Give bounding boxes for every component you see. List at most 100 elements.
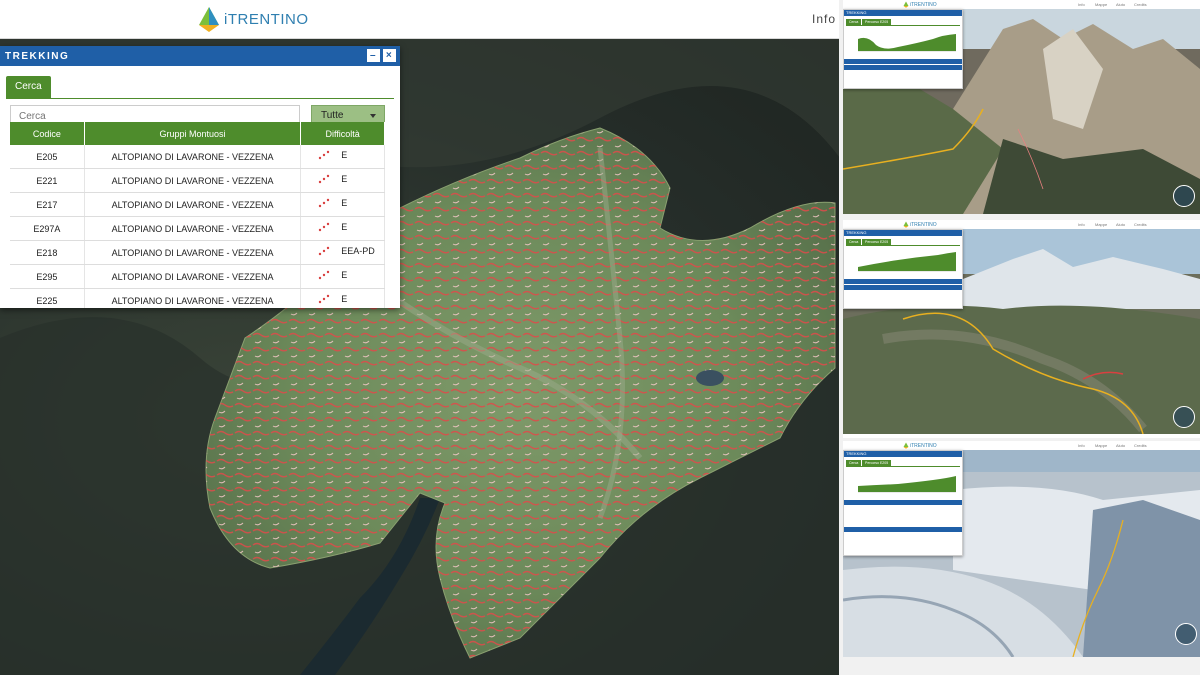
logo-triangle-icon	[903, 442, 909, 449]
mini-logo: iTRENTINO	[903, 442, 937, 449]
preview-shot-1[interactable]: iTRENTINO Info Mappe Aiuto Credits TREKK…	[843, 0, 1200, 214]
table-row[interactable]: E295 ALTOPIANO DI LAVARONE - VEZZENA E	[10, 264, 385, 289]
mini-nav-mappe: Mappe	[1095, 222, 1108, 227]
cell-group: ALTOPIANO DI LAVARONE - VEZZENA	[84, 288, 302, 308]
close-button[interactable]: ×	[383, 49, 396, 62]
compass-icon[interactable]	[1173, 406, 1195, 428]
mini-tab-cerca: Cerca	[846, 239, 862, 245]
mini-logo: iTRENTINO	[903, 221, 937, 228]
difficulty-label: EEA-PD	[341, 246, 375, 256]
mini-section-bar	[844, 527, 962, 532]
mini-logo-text: iTRENTINO	[910, 442, 937, 449]
difficulty-label: E	[341, 198, 348, 208]
table-row[interactable]: E297A ALTOPIANO DI LAVARONE - VEZZENA E	[10, 216, 385, 241]
minimize-button[interactable]: –	[367, 49, 380, 62]
cell-code: E217	[10, 192, 85, 217]
table-row[interactable]: E217 ALTOPIANO DI LAVARONE - VEZZENA E	[10, 192, 385, 217]
cell-group: ALTOPIANO DI LAVARONE - VEZZENA	[84, 145, 302, 169]
compass-icon[interactable]	[1175, 623, 1197, 645]
mini-nav-credits: Credits	[1134, 222, 1147, 227]
mini-nav-aiuto: Aiuto	[1116, 443, 1126, 448]
mini-section-bar	[844, 500, 962, 505]
nav-info-link[interactable]: Info	[812, 12, 836, 26]
mini-panel-title: TREKKING	[844, 451, 962, 457]
cell-group: ALTOPIANO DI LAVARONE - VEZZENA	[84, 264, 302, 289]
mini-tab-percorso: Percorso E205	[862, 460, 892, 466]
tab-cerca[interactable]: Cerca	[6, 76, 51, 98]
mini-nav-credits: Credits	[1134, 2, 1147, 7]
mini-tabs: Cerca Percorso E205	[846, 238, 960, 246]
cell-code: E295	[10, 264, 85, 289]
compass-icon[interactable]	[1173, 185, 1195, 207]
cell-code: E205	[10, 145, 85, 169]
table-row[interactable]: E218 ALTOPIANO DI LAVARONE - VEZZENA EEA-P…	[10, 240, 385, 265]
cell-difficulty: E	[300, 216, 385, 241]
trekking-panel: TREKKING – × Cerca Tutte Codice Gruppi M…	[0, 46, 400, 308]
column-header-codice[interactable]: Codice	[10, 122, 85, 145]
preview-shot-2[interactable]: iTRENTINO Info Mappe Aiuto Credits TREKK…	[843, 220, 1200, 438]
mini-tabs: Cerca Percorso E205	[846, 18, 960, 26]
column-header-difficolta[interactable]: Difficoltà	[300, 122, 385, 145]
difficulty-label: E	[341, 270, 348, 280]
cell-difficulty: E	[300, 145, 385, 169]
logo-triangle-icon	[903, 221, 909, 228]
mini-tab-cerca: Cerca	[846, 460, 862, 466]
table-header-row: Codice Gruppi Montuosi Difficoltà	[10, 122, 385, 145]
preview-screenshots: iTRENTINO Info Mappe Aiuto Credits TREKK…	[839, 0, 1200, 675]
difficulty-dots-icon	[319, 294, 330, 304]
difficulty-dots-icon	[319, 174, 330, 184]
mini-tabs: Cerca Percorso E205	[846, 459, 960, 467]
mini-panel-title: TREKKING	[844, 230, 962, 236]
preview-shot-3[interactable]: iTRENTINO Info Mappe Aiuto Credits TREKK…	[843, 441, 1200, 657]
difficulty-label: E	[341, 294, 348, 304]
cell-difficulty: E	[300, 192, 385, 217]
mini-nav-info: Info	[1078, 2, 1085, 7]
table-row[interactable]: E205 ALTOPIANO DI LAVARONE - VEZZENA E	[10, 145, 385, 169]
cell-code: E225	[10, 288, 85, 308]
elevation-profile	[858, 252, 956, 272]
column-header-gruppi[interactable]: Gruppi Montuosi	[84, 122, 302, 145]
table-row[interactable]: E225 ALTOPIANO DI LAVARONE - VEZZENA E	[10, 288, 385, 308]
chevron-down-icon	[370, 114, 376, 118]
mini-logo-text: iTRENTINO	[910, 1, 937, 8]
trekking-results-table: Codice Gruppi Montuosi Difficoltà E205 AL…	[10, 122, 385, 308]
logo-text: iTRENTINO	[224, 10, 309, 28]
difficulty-dots-icon	[319, 246, 330, 256]
cell-difficulty: E	[300, 168, 385, 193]
elevation-profile	[858, 476, 956, 493]
panel-header[interactable]: TREKKING – ×	[0, 46, 400, 66]
logo-triangle-icon	[903, 1, 909, 8]
mini-trekking-panel: TREKKING Cerca Percorso E205	[843, 9, 963, 89]
table-row[interactable]: E221 ALTOPIANO DI LAVARONE - VEZZENA E	[10, 168, 385, 193]
mini-nav-info: Info	[1078, 222, 1085, 227]
cell-code: E221	[10, 168, 85, 193]
difficulty-dots-icon	[319, 150, 330, 160]
mini-trekking-panel: TREKKING Cerca Percorso E205	[843, 450, 963, 556]
itrentino-logo[interactable]: iTRENTINO	[198, 5, 309, 33]
cell-code: E297A	[10, 216, 85, 241]
cell-difficulty: EEA-PD	[300, 240, 385, 265]
mini-section-bar	[844, 279, 962, 284]
difficulty-label: E	[341, 222, 348, 232]
mini-section-bar	[844, 59, 962, 64]
cell-group: ALTOPIANO DI LAVARONE - VEZZENA	[84, 216, 302, 241]
top-navigation-bar: iTRENTINO Info	[0, 0, 840, 39]
mini-nav-aiuto: Aiuto	[1116, 2, 1126, 7]
cell-group: ALTOPIANO DI LAVARONE - VEZZENA	[84, 168, 302, 193]
mini-logo-text: iTRENTINO	[910, 221, 937, 228]
difficulty-label: E	[341, 150, 348, 160]
mini-panel-title: TREKKING	[844, 10, 962, 16]
difficulty-label: E	[341, 174, 348, 184]
cell-group: ALTOPIANO DI LAVARONE - VEZZENA	[84, 192, 302, 217]
mini-nav-mappe: Mappe	[1095, 443, 1108, 448]
mini-nav-aiuto: Aiuto	[1116, 222, 1126, 227]
cell-difficulty: E	[300, 288, 385, 308]
elevation-profile	[858, 34, 956, 52]
mini-nav-credits: Credits	[1134, 443, 1147, 448]
mini-nav-mappe: Mappe	[1095, 2, 1108, 7]
panel-tabs: Cerca	[6, 72, 394, 99]
logo-triangle-icon	[199, 7, 219, 32]
mini-tab-cerca: Cerca	[846, 19, 862, 25]
mini-logo: iTRENTINO	[903, 1, 937, 8]
mini-tab-percorso: Percorso E205	[862, 239, 892, 245]
